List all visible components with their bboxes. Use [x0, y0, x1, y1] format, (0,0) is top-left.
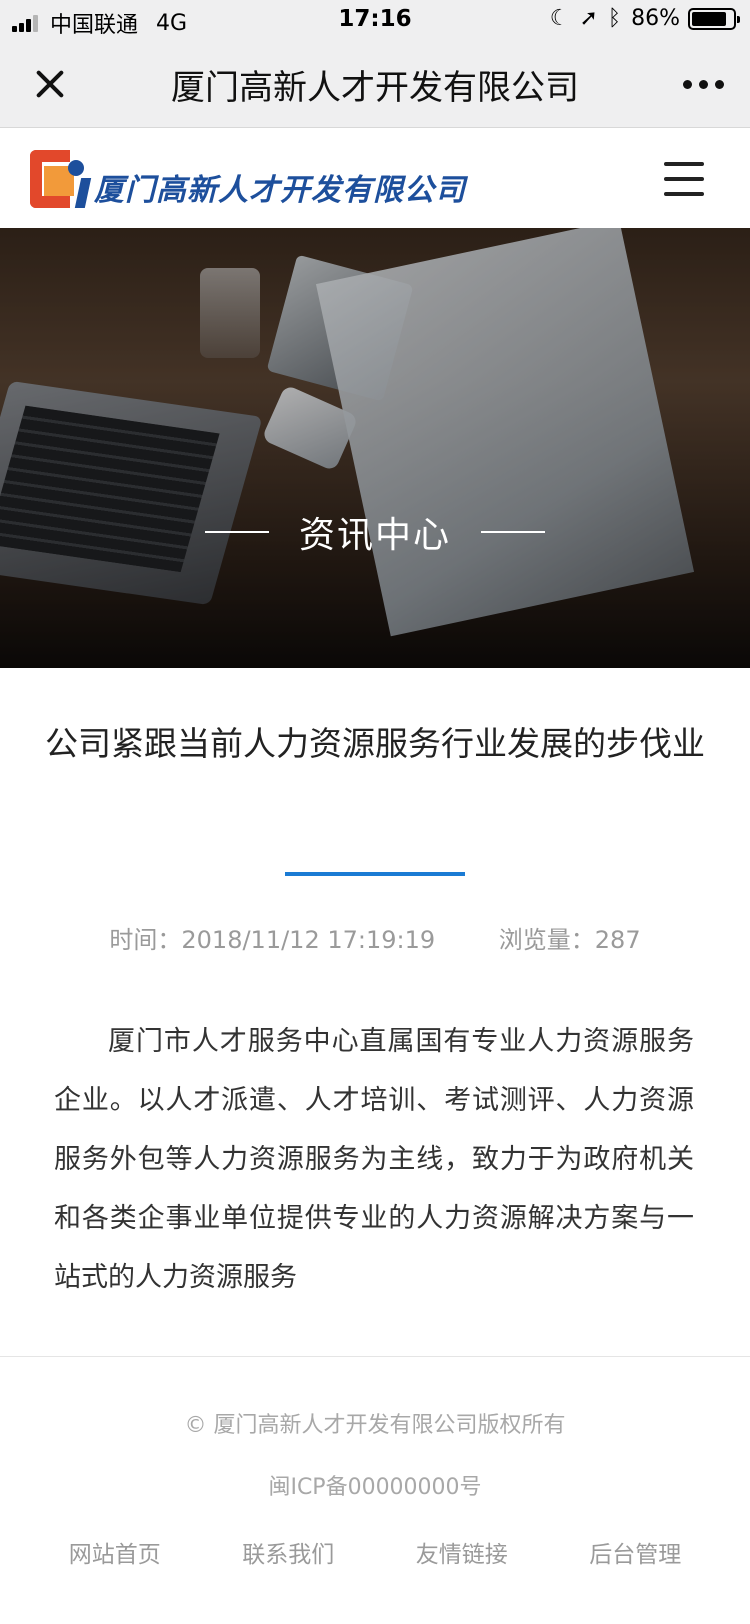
logo-mark-icon [30, 150, 92, 208]
banner-title: 资讯中心 [298, 515, 451, 556]
site-logo[interactable]: 厦门高新人才开发有限公司 [30, 150, 466, 208]
footer-link-contact[interactable]: 联系我们 [242, 1535, 334, 1569]
article-title: 公司紧跟当前人力资源服务行业发展的步伐业 [45, 724, 705, 763]
bluetooth-icon: ᛒ [607, 6, 622, 31]
battery-icon [688, 7, 740, 30]
copyright-text: © 厦门高新人才开发有限公司版权所有 [184, 1413, 566, 1438]
icp-text[interactable]: 闽ICP备00000000号 [0, 1469, 750, 1501]
more-icon[interactable] [676, 80, 724, 89]
status-bar: 中国联通 4G 17:16 ☾ ➚ ᛒ 86% [0, 0, 750, 40]
views-label: 浏览量： [498, 926, 595, 954]
banner-line-left [204, 531, 269, 533]
time-label: 时间： [109, 926, 182, 954]
footer-nav: 网站首页 联系我们 友情链接 后台管理 [0, 1535, 750, 1569]
time-value: 2018/11/12 17:19:19 [181, 926, 436, 954]
article-body: 厦门市人才服务中心直属国有专业人力资源服务企业。以人才派遣、人才培训、考试测评、… [54, 1026, 694, 1293]
location-icon: ➚ [579, 6, 598, 31]
footer-link-admin[interactable]: 后台管理 [589, 1535, 681, 1569]
nav-bar: 厦门高新人才开发有限公司 [0, 40, 750, 128]
close-icon[interactable] [28, 62, 72, 106]
footer-link-home[interactable]: 网站首页 [69, 1535, 161, 1569]
title-underline [285, 872, 465, 876]
article-meta: 时间：2018/11/12 17:19:19 浏览量：287 [0, 920, 750, 955]
status-right: ☾ ➚ ᛒ 86% [540, 6, 740, 31]
site-header: 厦门高新人才开发有限公司 [0, 128, 750, 228]
footer: © 厦门高新人才开发有限公司版权所有 闽ICP备00000000号 网站首页 联… [0, 1356, 750, 1624]
nav-title: 厦门高新人才开发有限公司 [171, 68, 579, 108]
banner: 资讯中心 [0, 228, 750, 668]
banner-heading: 资讯中心 [0, 506, 750, 558]
logo-text: 厦门高新人才开发有限公司 [94, 173, 466, 208]
moon-icon: ☾ [549, 6, 570, 31]
views-value: 287 [594, 926, 641, 954]
footer-link-friends[interactable]: 友情链接 [416, 1535, 508, 1569]
hamburger-menu-icon[interactable] [664, 162, 704, 196]
banner-line-right [481, 531, 545, 533]
battery-percent: 86% [631, 6, 680, 31]
